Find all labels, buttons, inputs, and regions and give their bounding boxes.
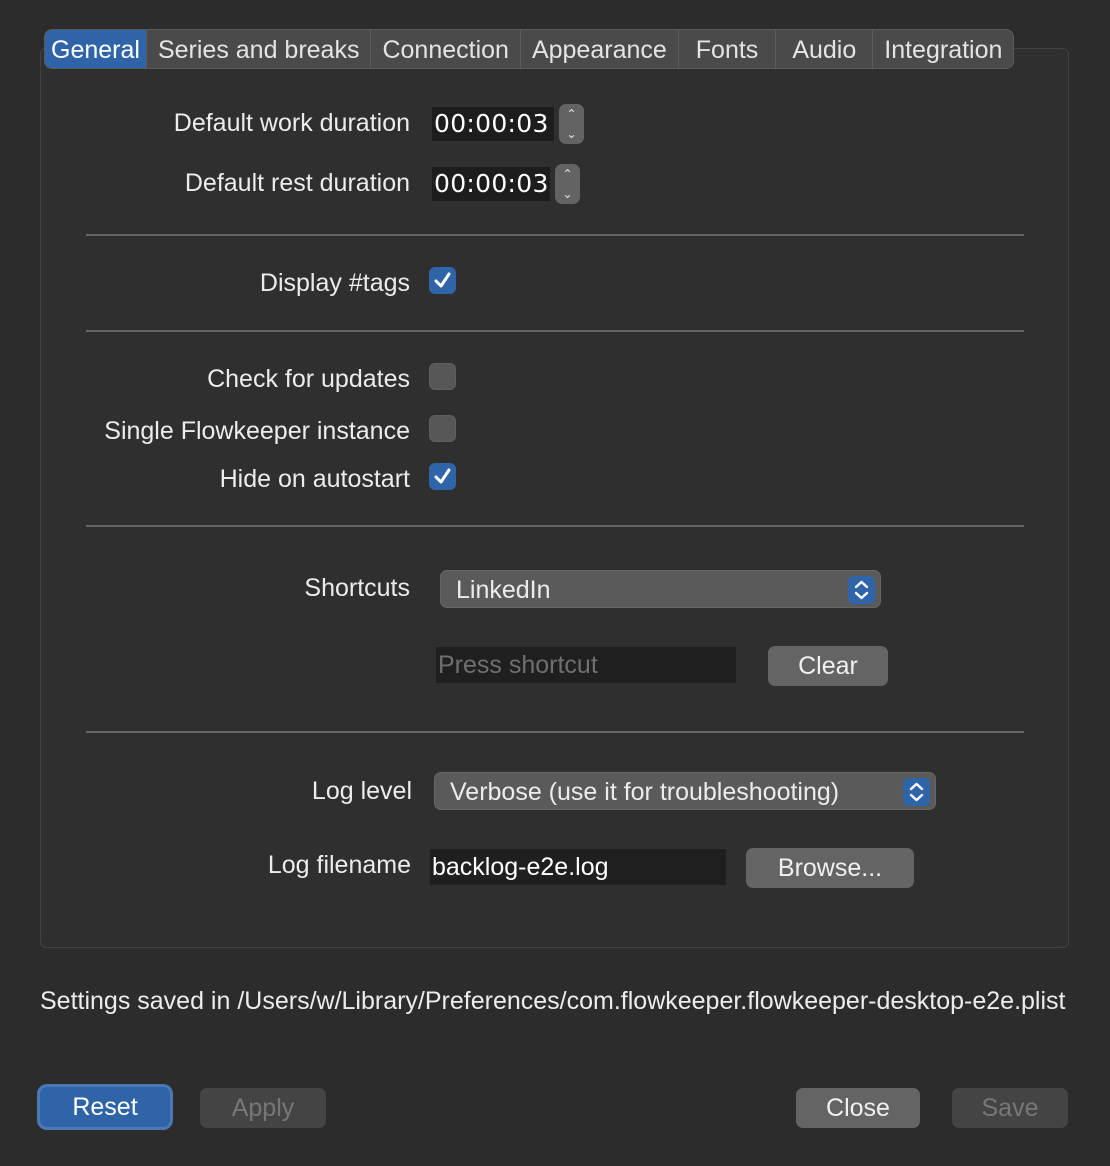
settings-path-text: Settings saved in /Users/w/Library/Prefe… <box>40 987 1066 1015</box>
hide-autostart-checkbox[interactable] <box>429 463 456 490</box>
shortcuts-label: Shortcuts <box>304 574 410 602</box>
checkmark-icon <box>434 272 451 288</box>
rest-duration-label: Default rest duration <box>184 169 410 197</box>
select-arrows-icon <box>848 576 875 604</box>
separator <box>86 330 1024 332</box>
select-arrows-icon <box>903 778 930 806</box>
chevron-up-icon[interactable]: ⌃ <box>562 168 572 180</box>
rest-duration-stepper[interactable]: ⌃ ⌄ <box>555 164 580 204</box>
check-updates-checkbox[interactable] <box>429 363 456 390</box>
work-duration-label: Default work duration <box>173 109 410 137</box>
apply-button[interactable]: Apply <box>200 1088 326 1128</box>
tab-bar: General Series and breaks Connection App… <box>44 29 1015 69</box>
log-filename-field[interactable]: backlog-e2e.log <box>430 849 726 885</box>
tab-fonts[interactable]: Fonts <box>679 30 777 68</box>
tab-appearance[interactable]: Appearance <box>521 30 679 68</box>
log-level-selected-value: Verbose (use it for troubleshooting) <box>450 778 840 806</box>
display-tags-checkbox[interactable] <box>429 267 456 294</box>
close-button[interactable]: Close <box>796 1088 920 1128</box>
shortcuts-select[interactable]: LinkedIn <box>440 570 881 608</box>
clear-button[interactable]: Clear <box>768 646 888 686</box>
work-duration-field[interactable]: 00:00:03 <box>432 107 554 141</box>
log-level-label: Log level <box>311 777 412 805</box>
chevron-down-icon[interactable]: ⌄ <box>566 128 576 140</box>
checkmark-icon <box>434 468 451 484</box>
check-updates-label: Check for updates <box>207 365 410 393</box>
tab-integration[interactable]: Integration <box>873 30 1013 68</box>
browse-button[interactable]: Browse... <box>746 848 914 888</box>
single-instance-label: Single Flowkeeper instance <box>104 417 410 445</box>
tab-connection[interactable]: Connection <box>371 30 521 68</box>
tab-audio[interactable]: Audio <box>776 30 874 68</box>
shortcut-input[interactable]: Press shortcut <box>436 647 736 683</box>
chevron-down-icon[interactable]: ⌄ <box>562 188 572 200</box>
hide-autostart-label: Hide on autostart <box>219 465 410 493</box>
separator <box>86 234 1024 236</box>
chevron-up-icon[interactable]: ⌃ <box>566 108 576 120</box>
work-duration-stepper[interactable]: ⌃ ⌄ <box>559 104 584 144</box>
log-filename-label: Log filename <box>267 851 411 879</box>
display-tags-label: Display #tags <box>259 269 410 297</box>
tab-series-and-breaks[interactable]: Series and breaks <box>147 30 372 68</box>
save-button[interactable]: Save <box>952 1088 1068 1128</box>
log-level-select[interactable]: Verbose (use it for troubleshooting) <box>434 772 936 810</box>
single-instance-checkbox[interactable] <box>429 415 456 442</box>
tab-general[interactable]: General <box>45 30 147 68</box>
separator <box>86 525 1024 527</box>
shortcuts-selected-value: LinkedIn <box>456 576 551 604</box>
rest-duration-field[interactable]: 00:00:03 <box>432 167 550 201</box>
reset-button[interactable]: Reset <box>40 1087 170 1127</box>
separator <box>86 731 1024 733</box>
